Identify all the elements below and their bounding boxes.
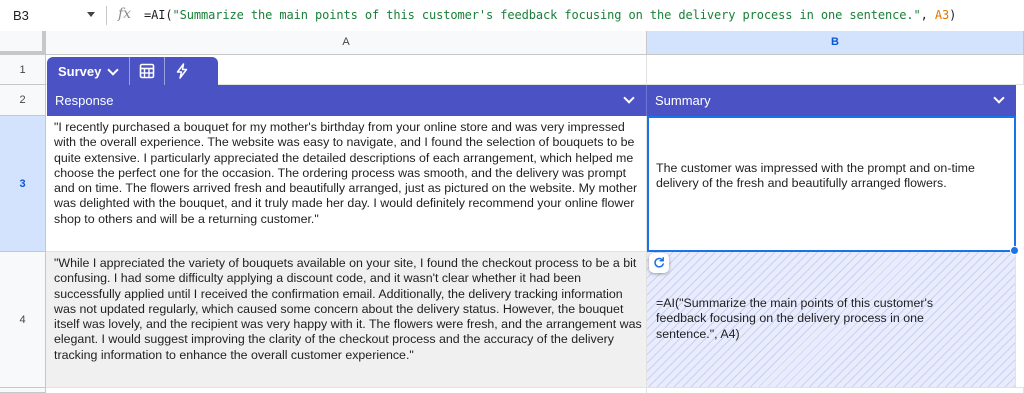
table-view-button[interactable] — [130, 57, 164, 85]
cell-b5[interactable] — [647, 388, 1024, 393]
chevron-down-icon — [107, 63, 120, 76]
chevron-down-icon[interactable] — [623, 92, 635, 104]
chevron-down-icon[interactable] — [993, 92, 1005, 104]
name-box-ref: B3 — [13, 8, 29, 23]
table-edge-strip — [1016, 85, 1024, 388]
table-name-label: Survey — [58, 63, 102, 79]
formula-bar: B3 fx =AI("Summarize the main points of … — [0, 0, 1024, 32]
select-all-corner[interactable] — [0, 31, 46, 55]
table-name-button[interactable]: Survey — [47, 57, 120, 85]
formula-bar-divider — [106, 6, 107, 25]
cell-a3[interactable]: "I recently purchased a bouquet for my m… — [46, 116, 647, 252]
row-header-4[interactable]: 4 — [0, 252, 46, 388]
cell-a4[interactable]: "While I appreciated the variety of bouq… — [46, 252, 647, 388]
table-header-summary[interactable]: Summary — [647, 85, 1016, 116]
row-header-1[interactable]: 1 — [0, 55, 46, 85]
cell-b1[interactable] — [647, 55, 1024, 85]
row-header-3[interactable]: 3 — [0, 116, 46, 252]
formula-cell-reference: A3 — [934, 8, 950, 22]
name-box-dropdown-icon[interactable] — [87, 12, 95, 17]
formula-separator: , — [920, 8, 935, 22]
cell-b4[interactable]: =AI("Summarize the main points of this c… — [647, 252, 1016, 388]
table-header-response[interactable]: Response — [47, 85, 647, 116]
row-header-2[interactable]: 2 — [0, 85, 46, 116]
cell-b4-text: =AI("Summarize the main points of this c… — [656, 296, 934, 341]
cell-a4-text: "While I appreciated the variety of bouq… — [54, 256, 642, 362]
formula-prefix: =AI( — [144, 8, 173, 22]
lightning-icon — [177, 63, 188, 79]
formula-string-literal: "Summarize the main points of this custo… — [172, 8, 921, 22]
cell-a3-text: "I recently purchased a bouquet for my m… — [54, 120, 638, 226]
fx-icon: fx — [118, 6, 132, 22]
cell-a5[interactable] — [46, 388, 647, 393]
row-header-5[interactable] — [0, 388, 46, 393]
refresh-ai-button[interactable] — [649, 253, 669, 273]
formula-suffix: ) — [949, 8, 957, 22]
header-label-response: Response — [55, 93, 114, 108]
refresh-icon — [654, 257, 664, 268]
header-label-summary: Summary — [655, 93, 711, 108]
table-grid-icon — [140, 63, 155, 79]
table-automation-button[interactable] — [165, 57, 199, 85]
column-header-a[interactable]: A — [46, 31, 647, 55]
formula-input[interactable]: =AI("Summarize the main points of this c… — [144, 8, 956, 22]
name-box[interactable]: B3 — [0, 0, 106, 31]
fill-handle[interactable] — [1010, 246, 1019, 255]
column-header-b[interactable]: B — [647, 31, 1024, 55]
active-cell-selection — [647, 116, 1016, 252]
table-name-tab: Survey — [47, 57, 218, 85]
